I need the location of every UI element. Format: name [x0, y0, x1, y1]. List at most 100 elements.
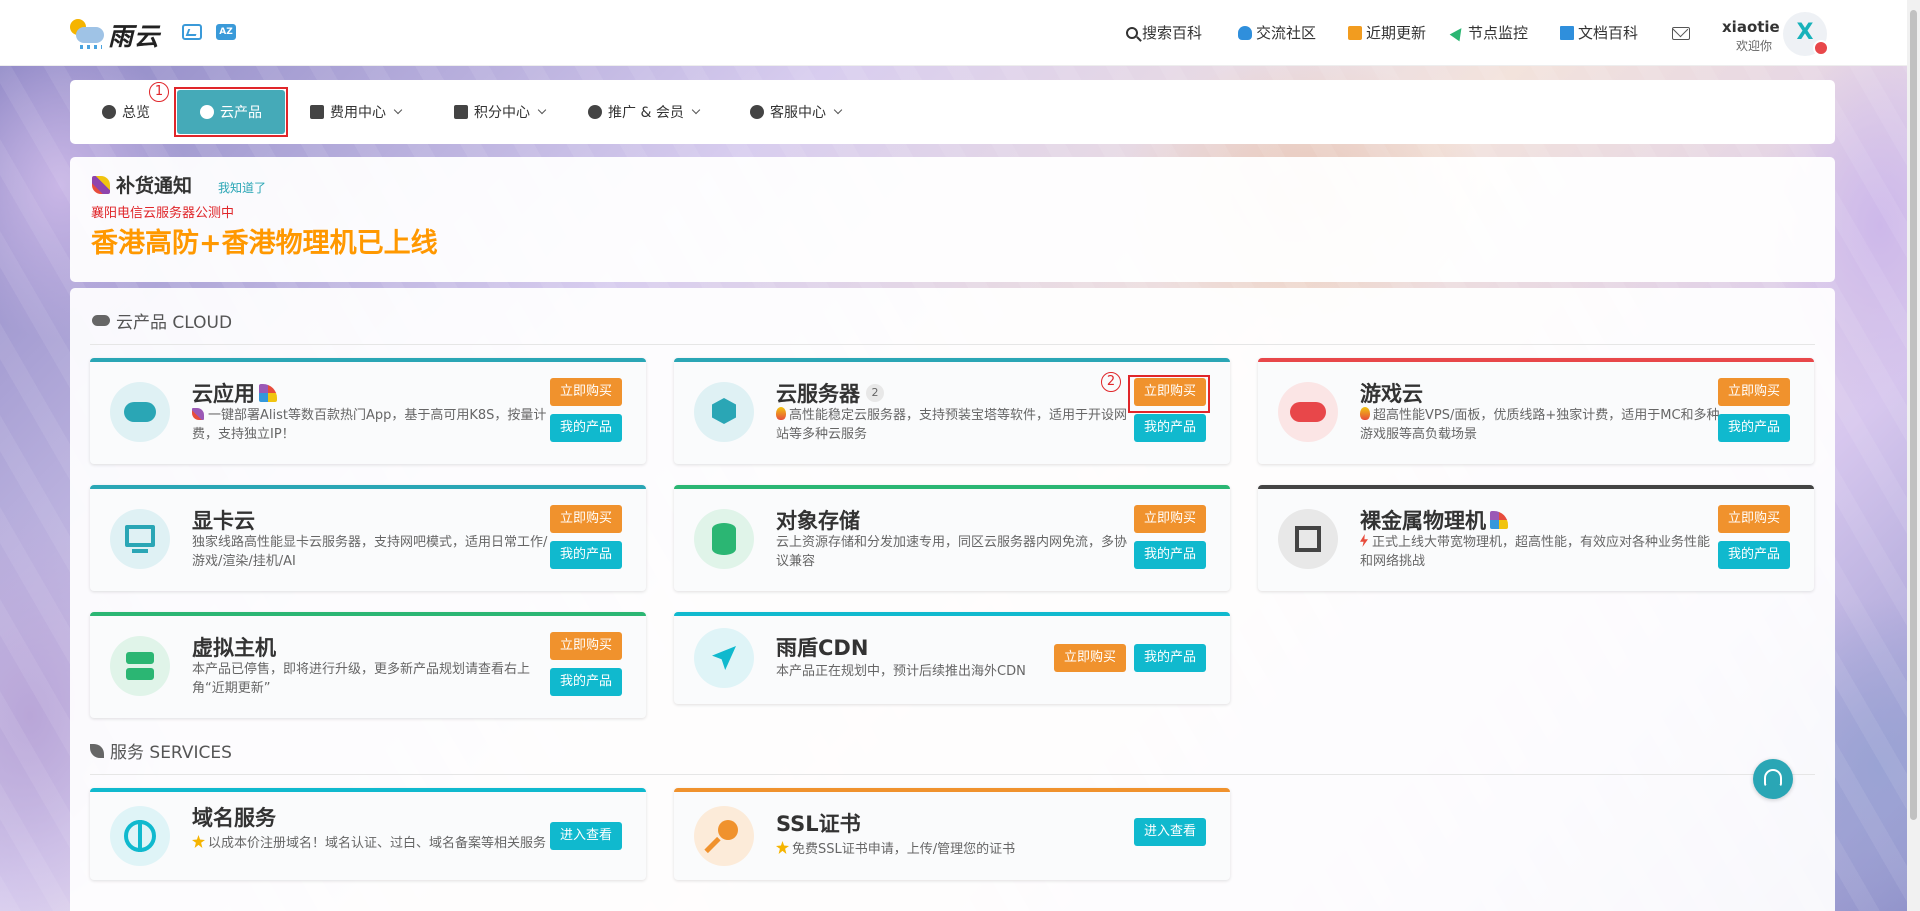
- card-title-text: SSL证书: [776, 812, 861, 836]
- image-icon[interactable]: [182, 24, 202, 40]
- settings-badge-icon: [1813, 40, 1829, 56]
- card-description: 一键部署Alist等数百款热门App，基于高可用K8S，按量计费，支持独立IP！: [192, 406, 552, 444]
- chevron-down-icon: [833, 105, 843, 115]
- share-nodes-icon: [694, 628, 754, 688]
- tab-points[interactable]: 积分中心: [454, 102, 547, 122]
- card-accent: [674, 612, 1230, 616]
- fire-icon: [776, 407, 786, 420]
- card-title-text: 虚拟主机: [192, 636, 276, 660]
- card-description: 独家线路高性能显卡云服务器，支持网吧模式，适用日常工作/游戏/渲染/挂机/AI: [192, 533, 552, 571]
- user-name[interactable]: xiaotie: [1722, 18, 1780, 36]
- buy-now-button[interactable]: 立即购买: [1718, 378, 1790, 406]
- nav-node-monitor[interactable]: 节点监控: [1449, 22, 1528, 43]
- my-products-button[interactable]: 我的产品: [1718, 414, 1790, 442]
- annotation-number-1: 1: [149, 82, 169, 102]
- card-description: 超高性能VPS/面板，优质线路+独家计费，适用于MC和多种游戏服等高负载场景: [1360, 406, 1720, 444]
- tab-promo-membership[interactable]: 推广 & 会员: [588, 102, 701, 122]
- nav-search-wiki[interactable]: 搜索百科: [1126, 22, 1202, 43]
- customer-service-float-button[interactable]: [1753, 759, 1793, 799]
- section-title-cloud: 云产品 CLOUD: [92, 308, 232, 333]
- rocket-icon: [92, 175, 110, 194]
- card-title-text: 游戏云: [1360, 382, 1423, 406]
- my-products-button[interactable]: 我的产品: [1134, 414, 1206, 442]
- card-description: 本产品正在规划中，预计后续推出海外CDN: [776, 662, 1076, 681]
- card-title: 雨盾CDN: [776, 632, 868, 662]
- card-description-text: 一键部署Alist等数百款热门App，基于高可用K8S，按量计费，支持独立IP！: [192, 408, 547, 442]
- card-description-text: 高性能稳定云服务器，支持预装宝塔等软件，适用于开设网站等多种云服务: [776, 408, 1128, 442]
- tab-support[interactable]: 客服中心: [750, 102, 843, 122]
- annotation-box-2: [1128, 375, 1210, 413]
- scrollbar-thumb[interactable]: [1910, 10, 1917, 820]
- buy-now-button[interactable]: 立即购买: [1718, 505, 1790, 533]
- card-title-text: 云服务器: [776, 382, 860, 406]
- card-description: 以成本价注册域名！域名认证、过白、域名备案等相关服务: [192, 834, 552, 853]
- avatar[interactable]: X: [1783, 12, 1829, 56]
- mail-icon[interactable]: [1672, 27, 1690, 40]
- card-accent: [674, 788, 1230, 792]
- section-title-services: 服务 SERVICES: [90, 738, 232, 763]
- card-description-text: 正式上线大带宽物理机，超高性能，有效应对各种业务性能和网络挑战: [1360, 535, 1711, 569]
- card-accent: [1258, 358, 1814, 362]
- card-title-text: 对象存储: [776, 509, 860, 533]
- party-popper-icon: [1490, 511, 1508, 529]
- buy-now-button[interactable]: 立即购买: [550, 378, 622, 406]
- nav-label: 搜索百科: [1142, 24, 1203, 42]
- notice-title-text: 补货通知: [116, 175, 193, 197]
- tab-label: 客服中心: [770, 105, 826, 121]
- buy-now-button[interactable]: 立即购买: [550, 632, 622, 660]
- top-header: 雨云 AZ 搜索百科 交流社区 近期更新 节点监控 文档百科 xiaotie 欢…: [0, 0, 1920, 66]
- my-products-button[interactable]: 我的产品: [550, 668, 622, 696]
- book-open-icon: [1560, 25, 1574, 40]
- tab-label: 推广 & 会员: [608, 105, 684, 121]
- key-icon: [694, 806, 754, 866]
- card-title-text: 域名服务: [192, 806, 276, 830]
- my-products-button[interactable]: 我的产品: [550, 414, 622, 442]
- card-description-text: 本产品正在规划中，预计后续推出海外CDN: [776, 664, 1026, 679]
- enter-view-button[interactable]: 进入查看: [550, 822, 622, 850]
- product-card-gpu-cloud: 显卡云 独家线路高性能显卡云服务器，支持网吧模式，适用日常工作/游戏/渲染/挂机…: [90, 485, 646, 591]
- card-accent: [90, 485, 646, 489]
- my-products-button[interactable]: 我的产品: [1134, 541, 1206, 569]
- notice-dismiss-link[interactable]: 我知道了: [218, 179, 266, 196]
- site-logo[interactable]: 雨云: [70, 17, 160, 53]
- users-icon: [588, 105, 602, 119]
- search-icon: [1126, 26, 1138, 39]
- card-accent: [674, 358, 1230, 362]
- card-title: 域名服务: [192, 802, 276, 832]
- my-products-button[interactable]: 我的产品: [1718, 541, 1790, 569]
- headset-icon: [750, 105, 764, 119]
- my-products-button[interactable]: 我的产品: [550, 541, 622, 569]
- card-description: 高性能稳定云服务器，支持预装宝塔等软件，适用于开设网站等多种云服务: [776, 406, 1136, 444]
- buy-now-button[interactable]: 立即购买: [550, 505, 622, 533]
- buy-now-button[interactable]: 立即购买: [1054, 644, 1126, 672]
- product-card-game-cloud: 游戏云 超高性能VPS/面板，优质线路+独家计费，适用于MC和多种游戏服等高负载…: [1258, 358, 1814, 464]
- card-title: 云服务器 2: [776, 378, 884, 408]
- card-description-text: 以成本价注册域名！域名认证、过白、域名备案等相关服务: [208, 836, 547, 851]
- card-description: 云上资源存储和分发加速专用，同区云服务器内网免流，多协议兼容: [776, 533, 1136, 571]
- card-title: 虚拟主机: [192, 632, 276, 662]
- card-title: 显卡云: [192, 505, 255, 535]
- enter-view-button[interactable]: 进入查看: [1134, 818, 1206, 846]
- gamepad-icon: [1278, 382, 1338, 442]
- nav-label: 近期更新: [1366, 24, 1427, 42]
- buy-now-button[interactable]: 立即购买: [1134, 505, 1206, 533]
- product-card-bare-metal: 裸金属物理机 正式上线大带宽物理机，超高性能，有效应对各种业务性能和网络挑战 立…: [1258, 485, 1814, 591]
- card-title: SSL证书: [776, 808, 861, 838]
- nav-docs[interactable]: 文档百科: [1560, 22, 1638, 43]
- card-accent: [90, 788, 646, 792]
- my-products-button[interactable]: 我的产品: [1134, 644, 1206, 672]
- party-popper-icon: [259, 384, 277, 402]
- restock-notice: 补货通知 我知道了 襄阳电信云服务器公测中 香港高防+香港物理机已上线: [70, 157, 1835, 282]
- products-panel: 云产品 CLOUD 云应用 一键部署Alist等数百款热门App，基于高可用K8…: [70, 288, 1835, 911]
- page-scrollbar[interactable]: [1907, 0, 1920, 911]
- rocket-icon: [192, 408, 204, 420]
- chat-bubble-icon: [1238, 25, 1252, 40]
- card-title-text: 显卡云: [192, 509, 255, 533]
- nav-recent-updates[interactable]: 近期更新: [1348, 22, 1426, 43]
- card-title-text: 裸金属物理机: [1360, 509, 1486, 533]
- tab-overview[interactable]: 总览: [102, 102, 150, 122]
- translate-icon[interactable]: AZ: [216, 24, 236, 40]
- tab-billing[interactable]: 费用中心: [310, 102, 403, 122]
- nav-community[interactable]: 交流社区: [1238, 22, 1316, 43]
- nav-label: 文档百科: [1578, 24, 1639, 42]
